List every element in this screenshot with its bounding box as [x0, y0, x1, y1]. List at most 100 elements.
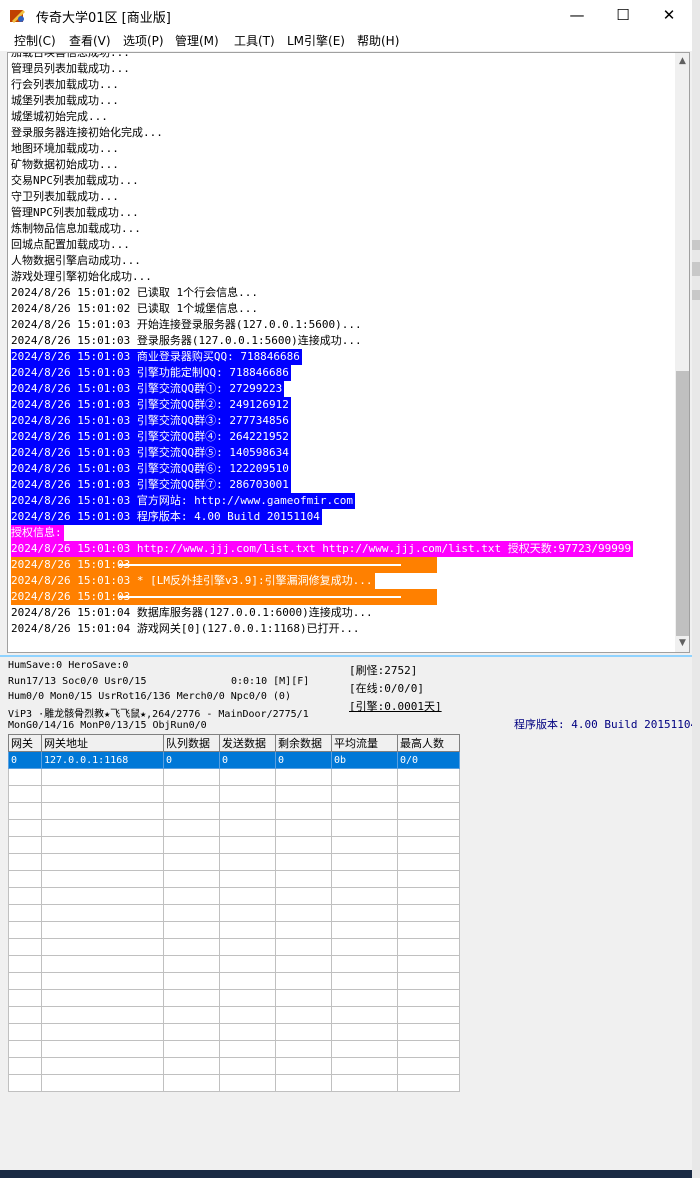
maximize-button[interactable]: ☐: [600, 0, 646, 31]
table-cell[interactable]: [8, 989, 42, 1007]
table-cell[interactable]: [41, 1091, 164, 1092]
table-cell[interactable]: [219, 768, 276, 786]
table-cell[interactable]: [163, 1023, 220, 1041]
scroll-thumb[interactable]: [676, 371, 689, 636]
table-cell[interactable]: [397, 819, 460, 837]
table-cell[interactable]: [8, 836, 42, 854]
table-cell[interactable]: [331, 836, 398, 854]
table-row-empty[interactable]: [8, 887, 460, 905]
table-cell[interactable]: [275, 768, 332, 786]
table-cell[interactable]: [163, 1006, 220, 1024]
table-cell[interactable]: [8, 1006, 42, 1024]
table-row-empty[interactable]: [8, 1040, 460, 1058]
table-cell[interactable]: [163, 904, 220, 922]
table-row-empty[interactable]: [8, 1057, 460, 1075]
table-cell[interactable]: [219, 819, 276, 837]
table-cell[interactable]: 127.0.0.1:1168: [41, 751, 164, 769]
menu-options[interactable]: 选项(P): [123, 32, 164, 49]
table-cell[interactable]: [275, 887, 332, 905]
table-cell[interactable]: [41, 802, 164, 820]
header-avg-traffic[interactable]: 平均流量: [331, 734, 398, 752]
table-cell[interactable]: [397, 955, 460, 973]
table-cell[interactable]: [41, 853, 164, 871]
table-cell[interactable]: [41, 1006, 164, 1024]
table-row-empty[interactable]: [8, 1006, 460, 1024]
table-cell[interactable]: [331, 938, 398, 956]
gateway-table[interactable]: 网关 网关地址 队列数据 发送数据 剩余数据 平均流量 最高人数 0 127.0.…: [8, 734, 460, 1092]
table-cell[interactable]: [219, 955, 276, 973]
title-bar[interactable]: 传奇大学01区 [商业版] — ☐ ✕: [0, 0, 692, 31]
scroll-down-icon[interactable]: ▼: [675, 635, 689, 652]
table-cell[interactable]: [397, 1074, 460, 1092]
table-cell[interactable]: [41, 836, 164, 854]
table-row-empty[interactable]: [8, 870, 460, 888]
table-row-empty[interactable]: [8, 1074, 460, 1092]
table-row-empty[interactable]: [8, 1023, 460, 1041]
table-cell[interactable]: [219, 1057, 276, 1075]
table-cell[interactable]: [275, 853, 332, 871]
table-cell[interactable]: [397, 836, 460, 854]
table-cell[interactable]: [397, 1006, 460, 1024]
table-cell[interactable]: [275, 870, 332, 888]
table-cell[interactable]: [163, 955, 220, 973]
close-button[interactable]: ✕: [646, 0, 692, 31]
header-remaining-data[interactable]: 剩余数据: [275, 734, 332, 752]
table-cell[interactable]: [275, 785, 332, 803]
table-row-empty[interactable]: [8, 802, 460, 820]
table-cell[interactable]: [397, 887, 460, 905]
table-row-empty[interactable]: [8, 768, 460, 786]
table-cell[interactable]: 0: [275, 751, 332, 769]
menu-view[interactable]: 查看(V): [69, 32, 111, 49]
table-cell[interactable]: [8, 1057, 42, 1075]
table-cell[interactable]: [331, 1091, 398, 1092]
table-cell[interactable]: [8, 955, 42, 973]
table-cell[interactable]: [8, 1023, 42, 1041]
header-gateway-address[interactable]: 网关地址: [41, 734, 164, 752]
table-cell[interactable]: [331, 870, 398, 888]
table-cell[interactable]: [8, 1091, 42, 1092]
table-cell[interactable]: [397, 768, 460, 786]
table-cell[interactable]: [397, 870, 460, 888]
table-row-empty[interactable]: [8, 904, 460, 922]
table-cell[interactable]: [275, 836, 332, 854]
table-cell[interactable]: [8, 1040, 42, 1058]
table-cell[interactable]: [331, 972, 398, 990]
table-cell[interactable]: [163, 802, 220, 820]
table-cell[interactable]: [163, 1057, 220, 1075]
table-row-empty[interactable]: [8, 921, 460, 939]
log-scrollbar[interactable]: ▲ ▼: [675, 53, 689, 652]
table-cell[interactable]: [331, 887, 398, 905]
table-cell[interactable]: [163, 768, 220, 786]
table-cell[interactable]: [275, 972, 332, 990]
table-row-empty[interactable]: [8, 819, 460, 837]
table-cell[interactable]: [397, 938, 460, 956]
table-cell[interactable]: 0: [219, 751, 276, 769]
table-cell[interactable]: [219, 802, 276, 820]
table-cell[interactable]: [219, 1023, 276, 1041]
table-cell[interactable]: [219, 921, 276, 939]
table-cell[interactable]: [8, 1074, 42, 1092]
table-cell[interactable]: [8, 853, 42, 871]
table-cell[interactable]: [8, 938, 42, 956]
table-cell[interactable]: [331, 1074, 398, 1092]
table-cell[interactable]: [163, 989, 220, 1007]
table-row-empty[interactable]: [8, 1091, 460, 1092]
table-cell[interactable]: [397, 785, 460, 803]
table-cell[interactable]: [397, 904, 460, 922]
table-cell[interactable]: [41, 921, 164, 939]
table-cell[interactable]: [41, 1074, 164, 1092]
table-cell[interactable]: [219, 938, 276, 956]
table-cell[interactable]: [397, 972, 460, 990]
menu-control[interactable]: 控制(C): [14, 32, 56, 49]
table-cell[interactable]: [397, 1040, 460, 1058]
header-send-data[interactable]: 发送数据: [219, 734, 276, 752]
table-cell[interactable]: [275, 1057, 332, 1075]
table-cell[interactable]: [219, 972, 276, 990]
table-cell[interactable]: [163, 921, 220, 939]
header-gateway[interactable]: 网关: [8, 734, 42, 752]
table-cell[interactable]: [41, 768, 164, 786]
table-cell[interactable]: [219, 1074, 276, 1092]
table-cell[interactable]: [275, 904, 332, 922]
table-cell[interactable]: [8, 802, 42, 820]
table-cell[interactable]: [275, 989, 332, 1007]
